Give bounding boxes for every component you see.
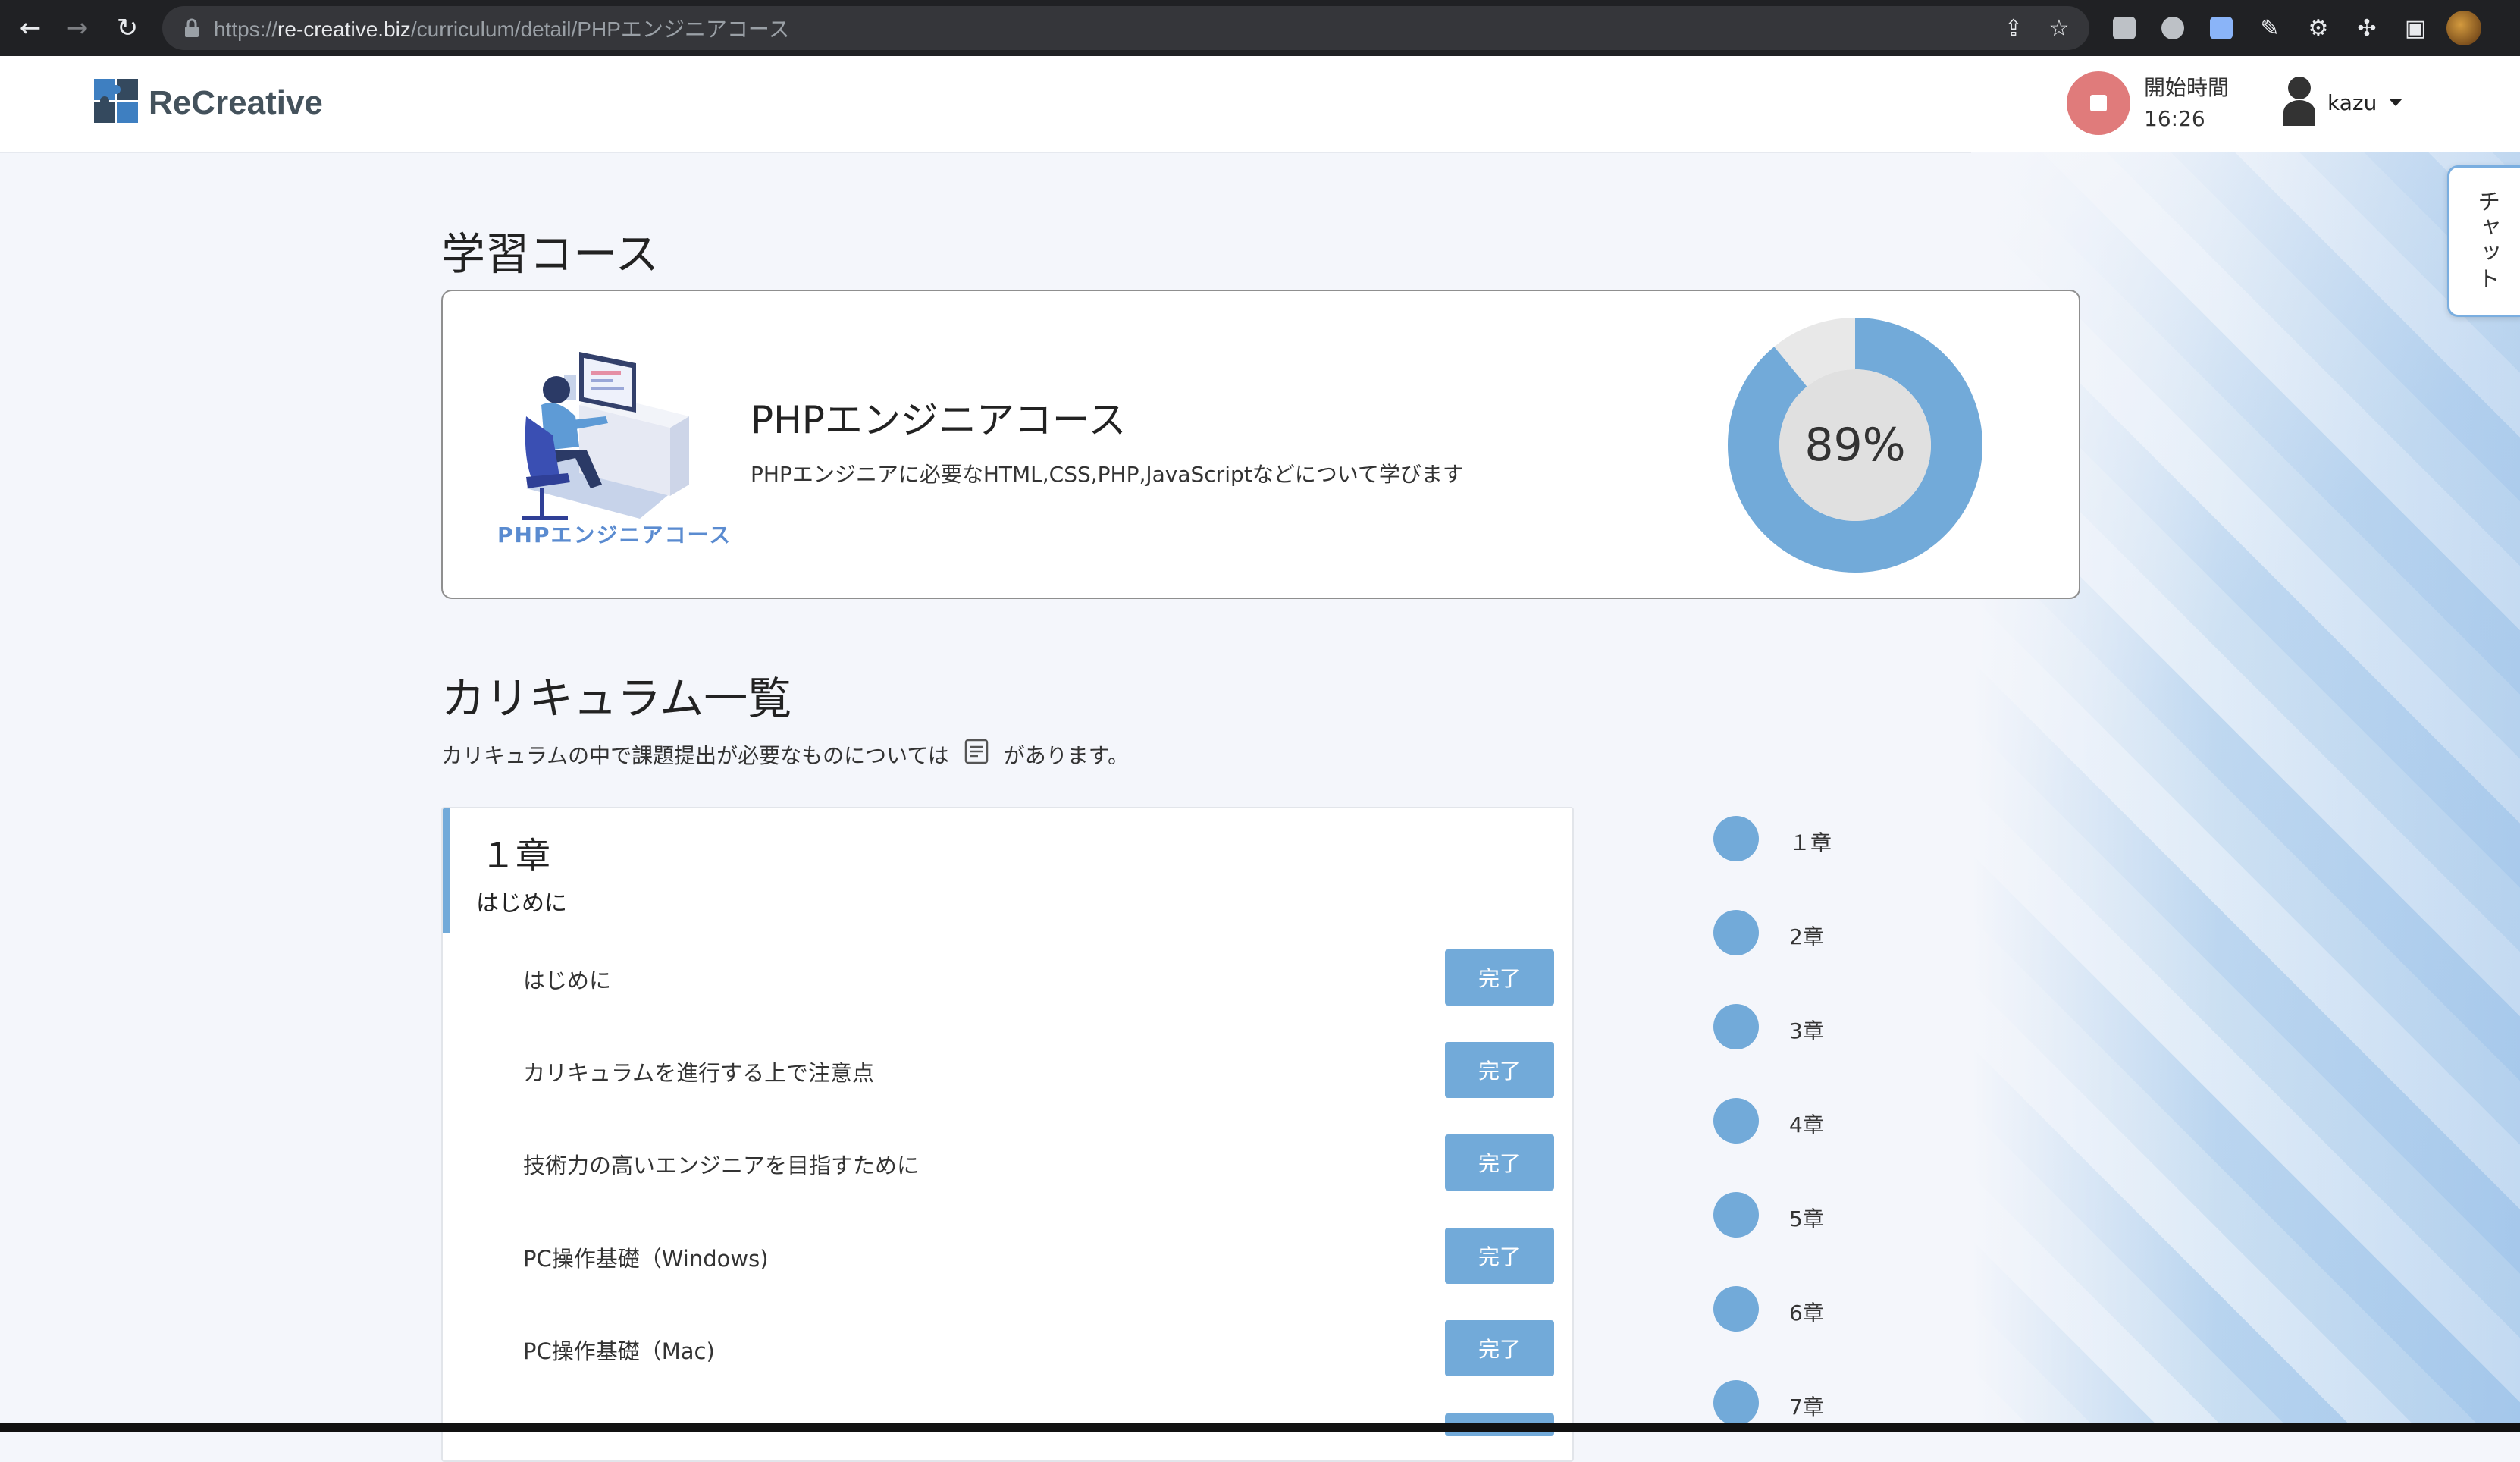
chapter-nav-dot[interactable]	[1713, 910, 1759, 955]
course-card: PHPエンジニアコース PHPエンジニアコース PHPエンジニアに必要なHTML…	[441, 290, 2080, 599]
puzzle-extensions-icon[interactable]: ✣	[2343, 6, 2391, 50]
chapter-nav-item[interactable]: １章	[1713, 816, 1910, 864]
back-icon[interactable]: ←	[8, 5, 53, 51]
chapter-nav-dot[interactable]	[1713, 1286, 1759, 1332]
chapter-nav-dot[interactable]	[1713, 1004, 1759, 1049]
lesson-complete-button[interactable]: 完了	[1445, 1320, 1554, 1376]
gear-extension-icon[interactable]: ⚙	[2294, 6, 2343, 50]
lesson-title[interactable]: PC操作基礎（Mac)	[523, 1334, 715, 1366]
curriculum-note-after: があります。	[1003, 742, 1129, 768]
chapter-nav-label[interactable]: 4章	[1789, 1109, 1824, 1139]
lesson-row[interactable]: 技術力の高いエンジニアを目指すために 完了	[443, 1134, 1572, 1195]
browser-toolbar: ← → ↻ https://re-creative.biz/curriculum…	[0, 0, 2520, 56]
chapter-nav-dot[interactable]	[1713, 1192, 1759, 1238]
lesson-row[interactable]: PC操作基礎（Mac) 完了	[443, 1320, 1572, 1381]
profile-avatar-icon[interactable]	[2440, 6, 2488, 50]
course-illustration-label: PHPエンジニアコース	[497, 522, 732, 547]
chapter-nav-item[interactable]: 4章	[1713, 1098, 1910, 1147]
chapter-nav-dot[interactable]	[1713, 1380, 1759, 1426]
lesson-title[interactable]: カリキュラムを進行する上で注意点	[523, 1056, 874, 1087]
side-panel-icon[interactable]: ▣	[2391, 6, 2440, 50]
lesson-title[interactable]: PC操作基礎（Windows)	[523, 1241, 769, 1273]
user-menu[interactable]: kazu	[2282, 76, 2403, 129]
lesson-complete-button[interactable]: 完了	[1445, 1042, 1554, 1098]
extension-icon-1[interactable]	[2100, 6, 2149, 50]
chapter-nav-label[interactable]: 3章	[1789, 1015, 1824, 1045]
start-time-value: 16:26	[2144, 106, 2205, 131]
username: kazu	[2327, 89, 2377, 115]
lesson-title[interactable]: 技術力の高いエンジニアを目指すために	[523, 1148, 919, 1180]
chapter-nav-dot[interactable]	[1713, 816, 1759, 861]
lesson-row[interactable]: カリキュラムを進行する上で注意点 完了	[443, 1042, 1572, 1103]
logo-text: ReCreative	[149, 84, 323, 121]
extension-icon-3[interactable]	[2197, 6, 2246, 50]
url-path: /curriculum/detail/PHPエンジニアコース	[410, 17, 790, 41]
course-section-title: 学習コース	[441, 228, 660, 280]
assignment-doc-icon	[964, 739, 989, 770]
lesson-complete-button[interactable]: 完了	[1445, 949, 1554, 1006]
address-bar[interactable]: https://re-creative.biz/curriculum/detai…	[162, 6, 2089, 50]
chapter-card: １章 はじめに はじめに 完了 カリキュラムを進行する上で注意点 完了 技術力の…	[441, 807, 1574, 1462]
share-icon[interactable]: ⇪	[1991, 15, 2036, 42]
user-avatar-icon	[2282, 76, 2317, 129]
chapter-nav-label[interactable]: 5章	[1789, 1203, 1824, 1233]
lesson-row[interactable]: はじめに 完了	[443, 949, 1572, 1010]
chat-tab[interactable]: チャット	[2447, 165, 2520, 317]
lesson-title[interactable]: はじめに	[523, 963, 611, 995]
chapter-nav-label[interactable]: 6章	[1789, 1297, 1824, 1327]
stop-icon	[2090, 95, 2107, 111]
start-time-label: 開始時間	[2144, 75, 2230, 100]
course-illustration	[481, 344, 708, 534]
chapter-nav-item[interactable]: 7章	[1713, 1380, 1910, 1429]
curriculum-note: カリキュラムの中で課題提出が必要なものについては があります。	[441, 739, 1129, 770]
chapter-nav-label[interactable]: 7章	[1789, 1391, 1824, 1421]
lesson-row[interactable]: PC操作基礎（Windows) 完了	[443, 1228, 1572, 1288]
chapter-nav-label[interactable]: １章	[1789, 827, 1832, 857]
curriculum-section-title: カリキュラム一覧	[441, 673, 792, 724]
reload-icon[interactable]: ↻	[105, 5, 150, 51]
site-logo[interactable]: ReCreative	[94, 79, 323, 127]
chapter-subtitle: はじめに	[476, 890, 567, 917]
pen-extension-icon[interactable]: ✎	[2246, 6, 2294, 50]
lesson-row[interactable]	[443, 1413, 1572, 1460]
chapter-accent-bar	[443, 808, 450, 933]
lesson-complete-button[interactable]: 完了	[1445, 1134, 1554, 1191]
lock-icon	[183, 18, 200, 38]
chapter-nav-label[interactable]: 2章	[1789, 921, 1824, 951]
chat-tab-label: チャット	[2473, 190, 2500, 293]
url-prefix: https://	[214, 17, 278, 41]
stop-timer-button[interactable]	[2067, 71, 2130, 135]
bottom-edge	[0, 1423, 2520, 1432]
chevron-down-icon	[2389, 99, 2403, 106]
chapter-nav-item[interactable]: 5章	[1713, 1192, 1910, 1241]
chapter-nav-item[interactable]: 6章	[1713, 1286, 1910, 1335]
puzzle-logo-icon	[94, 79, 139, 127]
curriculum-note-before: カリキュラムの中で課題提出が必要なものについては	[441, 742, 949, 768]
course-name: PHPエンジニアコース	[751, 398, 1127, 442]
chapter-nav-item[interactable]: 2章	[1713, 910, 1910, 958]
chapter-title: １章	[481, 835, 550, 876]
url-text: https://re-creative.biz/curriculum/detai…	[214, 13, 789, 43]
chapter-nav-dot[interactable]	[1713, 1098, 1759, 1144]
url-host: re-creative.biz	[277, 17, 411, 41]
lesson-complete-button[interactable]: 完了	[1445, 1228, 1554, 1284]
site-header: ReCreative 開始時間 16:26 kazu	[0, 56, 2520, 153]
forward-icon[interactable]: →	[55, 5, 100, 51]
course-description: PHPエンジニアに必要なHTML,CSS,PHP,JavaScriptなどについ…	[751, 462, 1464, 487]
chat-extension-icon[interactable]	[2149, 6, 2197, 50]
chapter-nav-item[interactable]: 3章	[1713, 1004, 1910, 1053]
progress-percent-label: 89%	[1804, 419, 1906, 472]
bookmark-star-icon[interactable]: ☆	[2036, 15, 2082, 42]
